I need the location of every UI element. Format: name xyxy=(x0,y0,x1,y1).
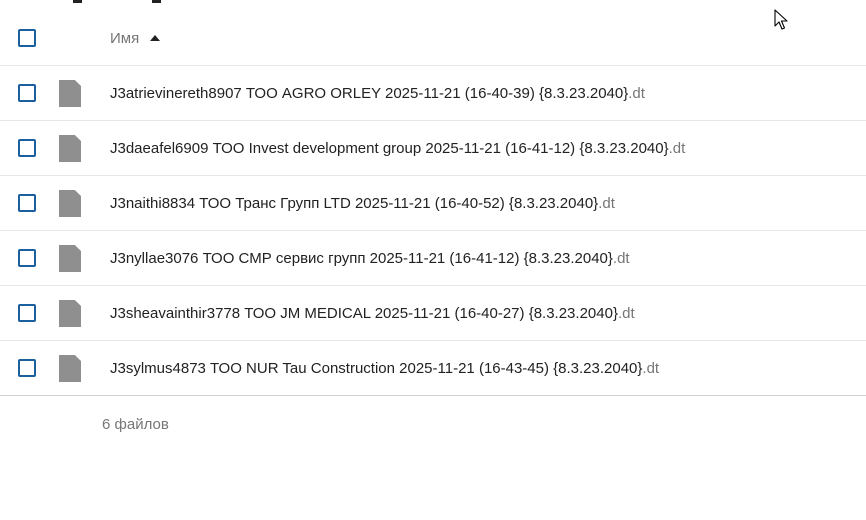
file-basename: J3sylmus4873 ТОО NUR Tau Construction 20… xyxy=(110,360,643,377)
file-icon xyxy=(59,300,81,327)
file-name[interactable]: J3nyllae3076 ТОО СМР сервис групп 2025-1… xyxy=(110,250,630,267)
file-basename: J3atrievinereth8907 ТОО AGRO ORLEY 2025-… xyxy=(110,85,629,102)
file-icon xyxy=(59,355,81,382)
file-row[interactable]: J3sheavainthir3778 ТОО JM MEDICAL 2025-1… xyxy=(0,286,866,341)
column-header-name[interactable]: Имя xyxy=(110,30,139,47)
file-list-header: Имя xyxy=(0,12,866,66)
file-row-checkbox[interactable] xyxy=(18,249,36,267)
file-count: 6 файлов xyxy=(102,416,169,433)
file-row[interactable]: J3naithi8834 ТОО Транс Групп LTD 2025-11… xyxy=(0,176,866,231)
file-basename: J3naithi8834 ТОО Транс Групп LTD 2025-11… xyxy=(110,195,599,212)
file-row-checkbox[interactable] xyxy=(18,304,36,322)
file-name[interactable]: J3atrievinereth8907 ТОО AGRO ORLEY 2025-… xyxy=(110,85,645,102)
file-name[interactable]: J3sheavainthir3778 ТОО JM MEDICAL 2025-1… xyxy=(110,305,635,322)
mouse-cursor-icon xyxy=(774,9,788,30)
file-row-checkbox[interactable] xyxy=(18,194,36,212)
file-row[interactable]: J3daeafel6909 ТОО Invest development gro… xyxy=(0,121,866,176)
file-extension: .dt xyxy=(628,85,645,102)
file-extension: .dt xyxy=(612,250,630,267)
file-row[interactable]: J3sylmus4873 ТОО NUR Tau Construction 20… xyxy=(0,341,866,396)
file-name[interactable]: J3sylmus4873 ТОО NUR Tau Construction 20… xyxy=(110,360,659,377)
toolbar-remnant-left xyxy=(73,0,82,3)
file-basename: J3nyllae3076 ТОО СМР сервис групп 2025-1… xyxy=(110,250,613,267)
file-basename: J3daeafel6909 ТОО Invest development gro… xyxy=(110,140,669,157)
toolbar-remnant-right xyxy=(152,0,161,3)
file-basename: J3sheavainthir3778 ТОО JM MEDICAL 2025-1… xyxy=(110,305,618,322)
file-icon xyxy=(59,80,81,107)
file-icon xyxy=(59,245,81,272)
file-row-checkbox[interactable] xyxy=(18,84,36,102)
file-row-checkbox[interactable] xyxy=(18,359,36,377)
file-extension: .dt xyxy=(598,195,615,212)
file-icon xyxy=(59,135,81,162)
file-extension: .dt xyxy=(617,305,635,322)
file-extension: .dt xyxy=(668,140,686,157)
file-row-checkbox[interactable] xyxy=(18,139,36,157)
file-row[interactable]: J3atrievinereth8907 ТОО AGRO ORLEY 2025-… xyxy=(0,66,866,121)
file-name[interactable]: J3daeafel6909 ТОО Invest development gro… xyxy=(110,140,685,157)
file-extension: .dt xyxy=(642,360,660,377)
file-icon xyxy=(59,190,81,217)
file-name[interactable]: J3naithi8834 ТОО Транс Групп LTD 2025-11… xyxy=(110,195,615,212)
file-row[interactable]: J3nyllae3076 ТОО СМР сервис групп 2025-1… xyxy=(0,231,866,286)
select-all-checkbox[interactable] xyxy=(18,29,36,47)
caret-up-icon[interactable] xyxy=(150,35,160,41)
file-list: J3atrievinereth8907 ТОО AGRO ORLEY 2025-… xyxy=(0,66,866,396)
